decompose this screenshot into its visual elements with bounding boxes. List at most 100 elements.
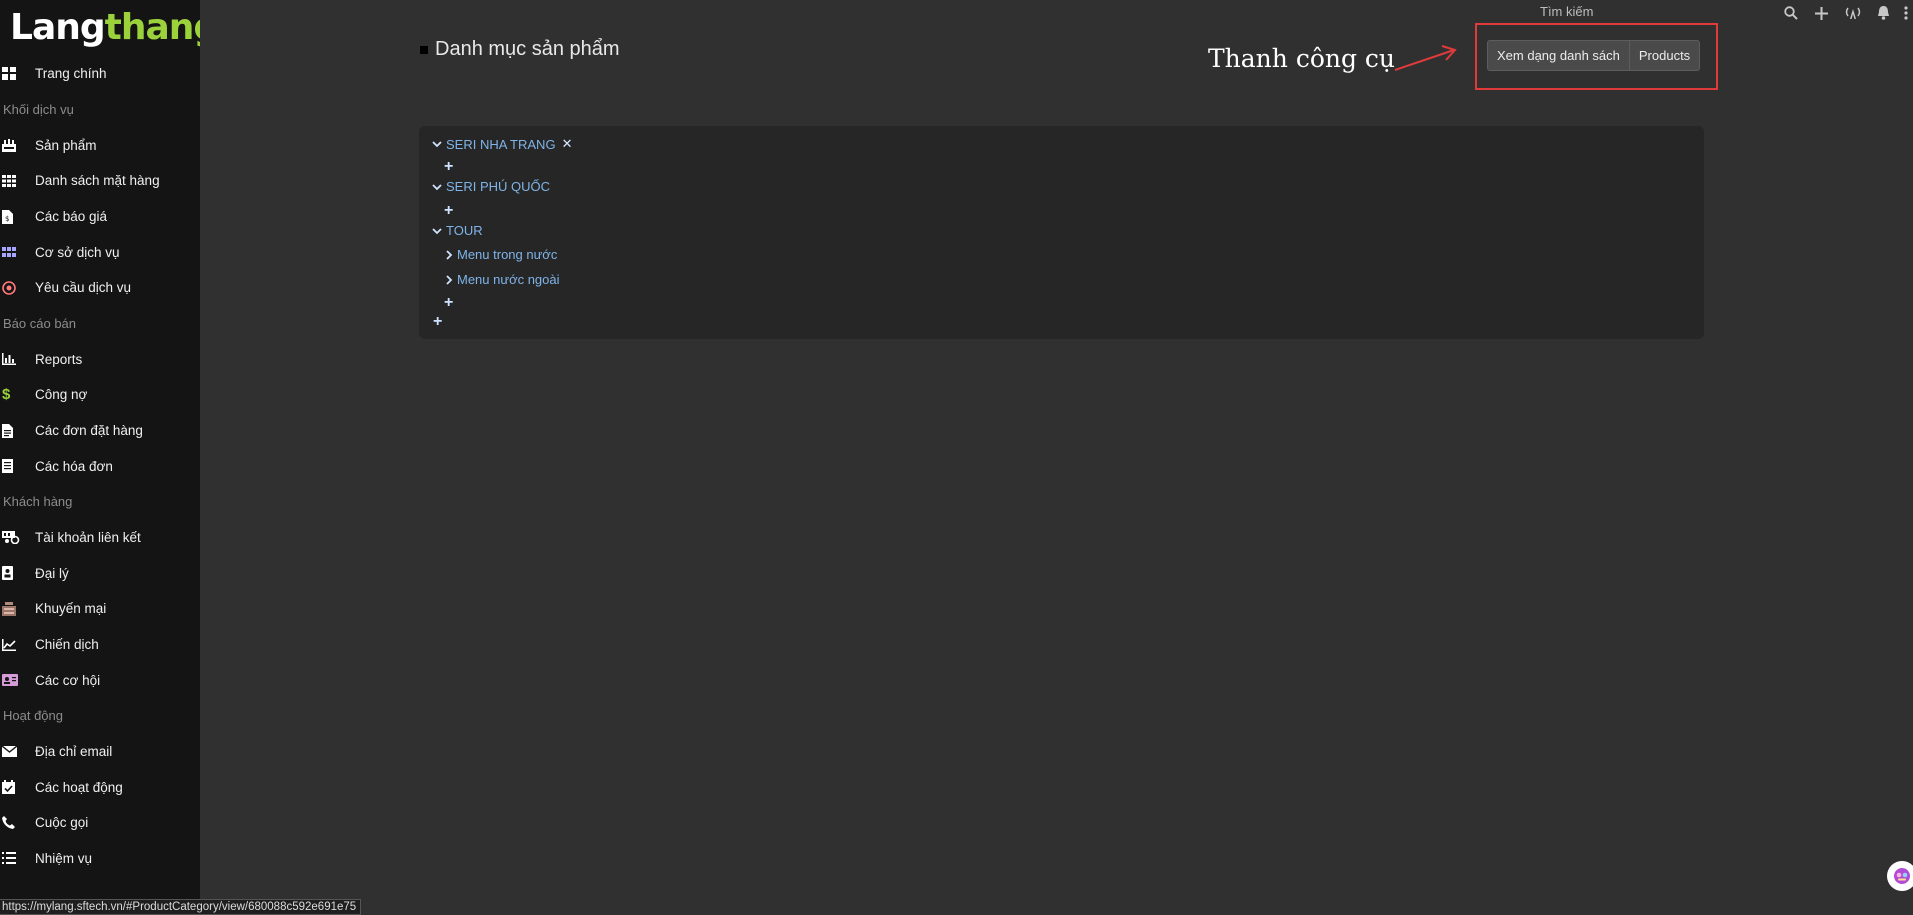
sidebar-item-label: Chiến dịch [35, 637, 99, 653]
sidebar-section-khoi-dich-vu: Khối dịch vụ [3, 101, 74, 117]
sidebar-item-label: Các báo giá [35, 209, 108, 225]
agent-icon [0, 566, 35, 581]
chevron-right-icon[interactable] [445, 249, 453, 260]
chevron-down-icon[interactable] [432, 140, 442, 148]
sidebar-item-yeu-cau-dich-vu[interactable]: Yêu cầu dịch vụ [0, 270, 200, 306]
sidebar-item-cac-co-hoi[interactable]: Các cơ hội [0, 662, 200, 698]
logo-text-lang: Lang [10, 7, 106, 48]
sidebar-item-label: Đại lý [35, 565, 69, 581]
sidebar-item-label: Các cơ hội [35, 672, 101, 688]
add-child-button[interactable]: + [444, 159, 453, 175]
broadcast-icon[interactable] [1837, 2, 1868, 24]
chevron-right-icon[interactable] [445, 274, 453, 285]
dollar-icon: $ [2, 386, 11, 404]
envelope-icon [0, 746, 35, 758]
sidebar-section-hoat-dong: Hoạt động [3, 707, 63, 723]
annotation-arrow-icon [1394, 45, 1457, 71]
topbar-icons [1775, 2, 1913, 24]
dashboard-icon [0, 67, 35, 81]
remove-icon[interactable]: ✕ [562, 136, 573, 152]
tree-node-menu-trong-nuoc[interactable]: Menu trong nước [445, 247, 557, 262]
plus-icon[interactable] [1806, 2, 1837, 24]
tree-node-label[interactable]: Menu nước ngoài [457, 272, 560, 287]
sidebar-item-label: Các đơn đặt hàng [35, 423, 143, 439]
sidebar-item-label: Các hóa đơn [35, 458, 113, 474]
sidebar-item-reports[interactable]: Reports [0, 342, 200, 378]
list-view-button[interactable]: Xem dạng danh sách [1487, 40, 1630, 71]
sidebar-item-cac-don-dat-hang[interactable]: Các đơn đặt hàng [0, 413, 200, 449]
chevron-down-icon[interactable] [432, 183, 442, 191]
linked-account-icon [0, 531, 35, 545]
quote-icon: $ [0, 209, 35, 224]
tree-node-label[interactable]: TOUR [446, 223, 483, 238]
sidebar-item-nhiem-vu[interactable]: Nhiệm vụ [0, 841, 200, 877]
logo[interactable]: Langthang [0, 0, 200, 56]
tree-node-label[interactable]: SERI PHÚ QUỐC [446, 179, 550, 194]
page-title: Danh mục sản phẩm [420, 38, 620, 61]
add-child-button[interactable]: + [444, 203, 453, 219]
tree-node-label[interactable]: SERI NHA TRANG [446, 137, 556, 152]
sidebar: Langthang Trang chính Khối dịch vụ Sản p… [0, 0, 200, 915]
sidebar-item-label: Cơ sở dịch vụ [35, 244, 120, 260]
sidebar-item-cong-no[interactable]: $ Công nợ [0, 377, 200, 413]
status-bar-url: https://mylang.sftech.vn/#ProductCategor… [0, 899, 362, 915]
sidebar-item-cac-hoa-don[interactable]: Các hóa đơn [0, 448, 200, 484]
phone-icon [0, 816, 35, 830]
calendar-check-icon [0, 780, 35, 795]
search-icon[interactable] [1775, 2, 1806, 24]
sidebar-item-label: Sản phẩm [35, 137, 97, 153]
tree-node-label[interactable]: Menu trong nước [457, 247, 557, 262]
sidebar-item-co-so-dich-vu[interactable]: Cơ sở dịch vụ [0, 234, 200, 270]
chevron-down-icon[interactable] [432, 227, 442, 235]
tree-node-seri-phu-quoc[interactable]: SERI PHÚ QUỐC [432, 179, 550, 194]
products-icon [0, 138, 35, 152]
bar-chart-icon [0, 353, 35, 366]
search-link[interactable]: Tìm kiếm [1540, 4, 1593, 19]
grid-icon [0, 174, 35, 187]
sidebar-item-label: Các hoạt động [35, 779, 123, 795]
toolbar-annotation: Thanh công cụ [1208, 44, 1396, 73]
invoice-icon [0, 459, 35, 474]
sidebar-item-trang-chinh[interactable]: Trang chính [0, 56, 200, 92]
sidebar-item-label: Trang chính [35, 66, 107, 82]
sidebar-item-cac-hoat-dong[interactable]: Các hoạt động [0, 770, 200, 806]
sidebar-item-cuoc-goi[interactable]: Cuộc gọi [0, 805, 200, 841]
sidebar-item-cac-bao-gia[interactable]: $ Các báo giá [0, 199, 200, 235]
products-button[interactable]: Products [1629, 40, 1701, 71]
line-chart-icon [0, 638, 35, 651]
kebab-menu-icon[interactable] [1899, 2, 1913, 24]
tree-node-menu-nuoc-ngoai[interactable]: Menu nước ngoài [445, 272, 560, 287]
tree-node-tour[interactable]: TOUR [432, 223, 483, 238]
page-title-text: Danh mục sản phẩm [435, 38, 620, 60]
category-tree-panel: SERI NHA TRANG ✕ + SERI PHÚ QUỐC + TOUR … [419, 126, 1704, 339]
target-icon [0, 280, 35, 295]
sidebar-item-label: Nhiệm vụ [35, 850, 93, 866]
sidebar-item-label: Công nợ [35, 387, 88, 403]
sidebar-item-dai-ly[interactable]: Đại lý [0, 556, 200, 592]
sidebar-item-label: Địa chỉ email [35, 744, 113, 760]
sidebar-item-label: Reports [35, 351, 83, 367]
id-card-icon [0, 674, 35, 687]
add-root-category-button[interactable]: + [433, 314, 442, 330]
logo-text-thang: thang [104, 7, 200, 48]
sidebar-section-khach-hang: Khách hàng [3, 493, 73, 509]
svg-text:$: $ [5, 215, 9, 223]
sidebar-item-label: Yêu cầu dịch vụ [35, 280, 132, 296]
sidebar-section-bao-cao-ban: Báo cáo bán [3, 315, 77, 331]
sidebar-item-dia-chi-email[interactable]: Địa chỉ email [0, 734, 200, 770]
task-list-icon [0, 852, 35, 865]
sidebar-item-san-pham[interactable]: Sản phẩm [0, 128, 200, 164]
sidebar-item-tai-khoan-lien-ket[interactable]: Tài khoản liên kết [0, 520, 200, 556]
assistant-bubble-icon[interactable] [1887, 861, 1913, 891]
promotion-icon [0, 601, 35, 616]
sidebar-item-chien-dich[interactable]: Chiến dịch [0, 627, 200, 663]
sidebar-item-khuyen-mai[interactable]: Khuyến mại [0, 591, 200, 627]
bell-icon[interactable] [1868, 2, 1899, 24]
tree-node-seri-nha-trang[interactable]: SERI NHA TRANG ✕ [432, 136, 572, 152]
toolbar: Xem dạng danh sách Products [1487, 40, 1701, 71]
sidebar-item-label: Danh sách mặt hàng [35, 173, 160, 189]
dots-grid-icon [0, 247, 35, 258]
sidebar-item-label: Tài khoản liên kết [35, 530, 141, 546]
sidebar-item-danh-sach-mat-hang[interactable]: Danh sách mặt hàng [0, 163, 200, 199]
add-child-button[interactable]: + [444, 295, 453, 311]
